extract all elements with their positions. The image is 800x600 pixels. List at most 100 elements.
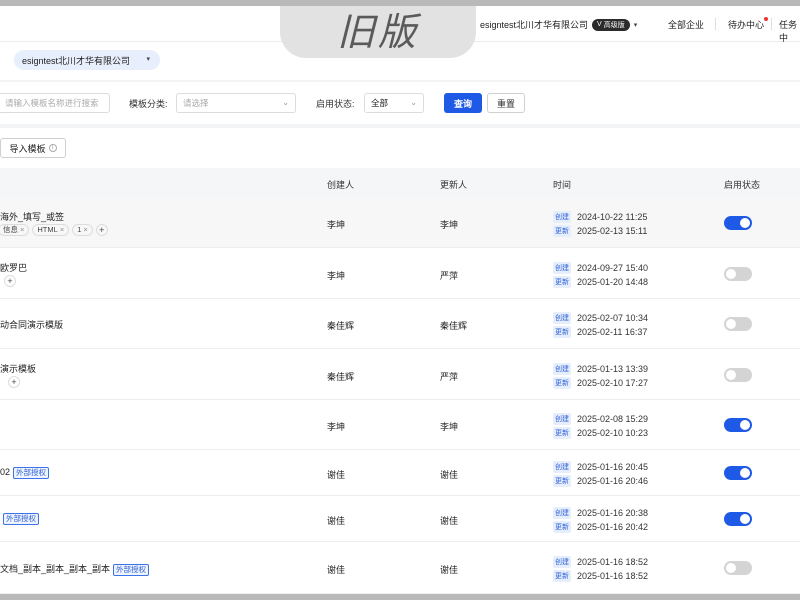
tag-chip-label: 1 bbox=[77, 225, 82, 234]
tag-chip[interactable]: HTML × bbox=[32, 224, 70, 236]
enable-toggle[interactable] bbox=[724, 466, 752, 480]
updated-badge: 更新 bbox=[553, 570, 571, 582]
toggle-knob bbox=[740, 468, 750, 478]
template-name[interactable]: 欧罗巴 bbox=[0, 261, 27, 274]
table-row[interactable]: 海外_填写_或签 信息 × HTML × 1 × + 李坤 李坤 创建 2024-10-22 11:2… bbox=[0, 198, 800, 248]
app-frame: esigntest北川才华有限公司 V 高级版 ▾ 全部企业 待办中心 任务中 旧… bbox=[0, 6, 800, 594]
external-auth-tag: 外部授权 bbox=[13, 467, 50, 479]
creator: 谢佳 bbox=[327, 470, 346, 480]
updated-badge: 更新 bbox=[553, 376, 571, 389]
enable-toggle[interactable] bbox=[724, 561, 752, 575]
status-select[interactable]: 全部 ⌄ bbox=[364, 93, 424, 113]
nav-todo-center[interactable]: 待办中心 bbox=[728, 18, 764, 31]
created-time: 创建 2025-01-16 20:45 bbox=[553, 461, 648, 473]
col-creator: 创建人 bbox=[327, 180, 355, 190]
created-value: 2025-01-16 20:45 bbox=[577, 462, 649, 472]
category-select[interactable]: 请选择 ⌄ bbox=[176, 93, 296, 113]
updated-value: 2025-02-10 17:27 bbox=[577, 377, 649, 388]
company-select[interactable]: esigntest北川才华有限公司 ▾ bbox=[14, 50, 160, 70]
updated-value: 2025-02-10 10:23 bbox=[577, 428, 649, 438]
table-row[interactable]: 外部授权 谢佳 谢佳 创建 2025-01-16 20:38 更新 2025-01-16 2… bbox=[0, 496, 800, 542]
updated-badge: 更新 bbox=[553, 225, 571, 237]
created-value: 2024-09-27 15:40 bbox=[577, 262, 649, 273]
created-badge: 创建 bbox=[553, 362, 571, 375]
table-row[interactable]: 演示模板 + 秦佳辉 严萍 创建 2025-01-13 13:39 更新 2025-02-10… bbox=[0, 349, 800, 400]
enable-toggle[interactable] bbox=[724, 418, 752, 432]
external-auth-tag: 外部授权 bbox=[113, 564, 150, 576]
tag-chip[interactable]: 1 × bbox=[72, 224, 93, 236]
add-tag-icon[interactable]: + bbox=[95, 224, 108, 236]
divider bbox=[771, 18, 772, 30]
template-name-text: 演示模板 bbox=[0, 363, 37, 374]
enable-toggle[interactable] bbox=[724, 367, 752, 382]
updated-badge: 更新 bbox=[553, 275, 571, 288]
tag-chip[interactable]: 信息 × bbox=[0, 224, 30, 236]
col-updater: 更新人 bbox=[440, 180, 468, 190]
search-input[interactable]: 请输入模板名称进行搜索 bbox=[0, 93, 110, 113]
divider bbox=[715, 18, 716, 30]
table-row[interactable]: 文档_副本_副本_副本_副本 外部授权 谢佳 谢佳 创建 2025-01-16 18:52… bbox=[0, 542, 800, 594]
company-switcher[interactable]: esigntest北川才华有限公司 V 高级版 ▾ bbox=[480, 18, 637, 31]
toggle-knob bbox=[726, 563, 736, 573]
template-name-text: 欧罗巴 bbox=[0, 262, 28, 273]
updated-time: 更新 2025-02-10 17:27 bbox=[553, 376, 649, 389]
query-button[interactable]: 查询 bbox=[444, 93, 482, 113]
created-badge: 创建 bbox=[553, 413, 571, 425]
created-badge: 创建 bbox=[553, 211, 571, 223]
toggle-knob bbox=[726, 319, 736, 329]
close-icon[interactable]: × bbox=[60, 225, 64, 234]
template-name[interactable]: 海外_填写_或签 bbox=[0, 210, 64, 223]
template-name[interactable]: 02 外部授权 bbox=[0, 467, 50, 479]
add-tag-icon[interactable]: + bbox=[8, 375, 20, 388]
updated-value: 2025-01-20 14:48 bbox=[577, 276, 649, 287]
creator: 李坤 bbox=[327, 220, 346, 230]
import-template-button[interactable]: 导入模板 i bbox=[0, 138, 66, 158]
toggle-knob bbox=[740, 420, 750, 430]
add-tag-icon[interactable]: + bbox=[4, 274, 16, 287]
enable-toggle[interactable] bbox=[724, 317, 752, 331]
nav-task-center[interactable]: 任务中 bbox=[779, 18, 800, 44]
status-label: 启用状态: bbox=[316, 99, 355, 109]
updated-value: 2025-02-11 16:37 bbox=[577, 327, 648, 337]
table-row[interactable]: 欧罗巴 + 李坤 严萍 创建 2024-09-27 15:40 更新 2025-01-20 1… bbox=[0, 248, 800, 299]
template-name[interactable]: 演示模板 bbox=[0, 362, 36, 375]
updater: 秦佳辉 bbox=[440, 321, 468, 331]
creator: 秦佳辉 bbox=[327, 321, 355, 331]
enable-toggle[interactable] bbox=[724, 512, 752, 526]
template-name[interactable]: 文档_副本_副本_副本_副本 外部授权 bbox=[0, 562, 150, 576]
filter-bar: 请输入模板名称进行搜索 模板分类: 请选择 ⌄ 启用状态: 全部 ⌄ 查询 重置 bbox=[0, 82, 800, 124]
info-icon: i bbox=[48, 144, 57, 152]
template-name[interactable]: 外部授权 bbox=[0, 513, 39, 525]
created-time: 创建 2025-02-08 15:29 bbox=[553, 413, 648, 425]
creator: 谢佳 bbox=[327, 565, 346, 575]
close-icon[interactable]: × bbox=[20, 225, 24, 234]
close-icon[interactable]: × bbox=[83, 225, 87, 234]
company-select-value: esigntest北川才华有限公司 bbox=[22, 55, 131, 66]
updated-time: 更新 2025-01-16 18:52 bbox=[553, 570, 648, 582]
updated-time: 更新 2025-01-20 14:48 bbox=[553, 275, 649, 288]
notification-dot bbox=[764, 17, 768, 21]
updater: 谢佳 bbox=[440, 470, 459, 480]
enable-toggle[interactable] bbox=[724, 216, 752, 230]
reset-button[interactable]: 重置 bbox=[487, 93, 525, 113]
updated-time: 更新 2025-02-11 16:37 bbox=[553, 326, 647, 338]
creator: 李坤 bbox=[327, 422, 346, 432]
table-row[interactable]: 李坤 李坤 创建 2025-02-08 15:29 更新 2025-02-10 10:23 bbox=[0, 400, 800, 450]
creator: 李坤 bbox=[327, 270, 346, 281]
template-name[interactable]: 动合同演示模版 bbox=[0, 318, 63, 331]
creator: 谢佳 bbox=[327, 516, 346, 526]
updated-time: 更新 2025-01-16 20:46 bbox=[553, 475, 648, 487]
nav-all-companies[interactable]: 全部企业 bbox=[668, 18, 704, 31]
template-name-text: 海外_填写_或签 bbox=[0, 212, 65, 222]
company-name: esigntest北川才华有限公司 bbox=[480, 20, 589, 30]
old-version-label: 旧版 bbox=[336, 9, 419, 54]
external-auth-tag: 外部授权 bbox=[3, 513, 39, 525]
table-row[interactable]: 02 外部授权 谢佳 谢佳 创建 2025-01-16 20:45 更新 2025-01-16… bbox=[0, 450, 800, 496]
created-time: 创建 2025-01-13 13:39 bbox=[553, 362, 648, 375]
enable-toggle[interactable] bbox=[724, 266, 752, 281]
updated-badge: 更新 bbox=[553, 326, 571, 338]
updater: 严萍 bbox=[440, 270, 459, 281]
tag-list: + bbox=[8, 375, 20, 388]
created-badge: 创建 bbox=[553, 507, 571, 519]
table-row[interactable]: 动合同演示模版 秦佳辉 秦佳辉 创建 2025-02-07 10:34 更新 2025-02… bbox=[0, 299, 800, 349]
